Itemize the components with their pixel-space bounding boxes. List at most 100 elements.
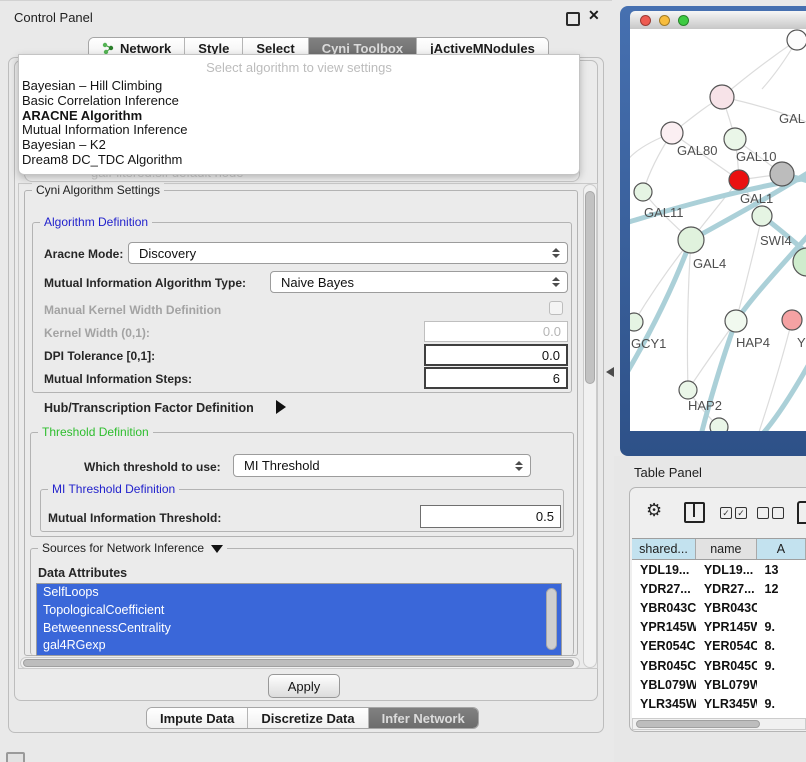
node-label-gal10: GAL10 (736, 149, 776, 164)
node-label-swi4: SWI4 (760, 233, 792, 248)
algorithm-popup: Select algorithm to view settings Bayesi… (18, 54, 580, 175)
close-icon[interactable]: ✕ (588, 7, 600, 24)
table-row[interactable]: YBR045CYBR045C9. (632, 656, 806, 675)
table-cell: YDR27... (632, 582, 696, 596)
close-traffic-light-icon[interactable] (640, 15, 651, 26)
node-table[interactable]: shared...nameAYDL19...YDL19...13YDR27...… (632, 538, 806, 718)
app-screen: Control Panel ✕ NetworkStyleSelectCyni T… (0, 0, 806, 762)
mi-type-combo[interactable]: Naive Bayes (270, 271, 568, 293)
table-cell: YLR345W (632, 697, 696, 711)
algorithm-option[interactable]: Mutual Information Inference (19, 123, 579, 138)
table-cell: 8. (757, 639, 806, 653)
mi-steps-value: 6 (553, 371, 560, 386)
sources-title: Sources for Network Inference (42, 541, 204, 555)
which-threshold-label: Which threshold to use: (84, 460, 221, 474)
table-cell: 9. (757, 697, 806, 711)
network-node[interactable] (678, 227, 704, 253)
network-node[interactable] (710, 418, 728, 431)
column-header-shared[interactable]: shared... (632, 539, 696, 559)
network-edge[interactable] (687, 240, 691, 390)
attribute-item[interactable]: BetweennessCentrality (37, 620, 561, 638)
network-edge-highlighted[interactable] (700, 321, 736, 431)
network-node[interactable] (724, 128, 746, 150)
table-row[interactable]: YBL079WYBL079W (632, 675, 806, 694)
network-node[interactable] (725, 310, 747, 332)
table-row[interactable]: YDR27...YDR27...12 (632, 579, 806, 598)
network-edge[interactable] (688, 321, 736, 390)
data-attributes-list[interactable]: SelfLoopsTopologicalCoefficientBetweenne… (36, 583, 562, 656)
dock-icon[interactable] (6, 752, 25, 762)
deselect-all-columns-icon[interactable] (757, 507, 784, 519)
zoom-traffic-light-icon[interactable] (678, 15, 689, 26)
mi-threshold-title: MI Threshold Definition (48, 482, 179, 496)
dpi-tolerance-field[interactable]: 0.0 (424, 344, 568, 366)
tab-infer-network[interactable]: Infer Network (368, 708, 478, 728)
table-cell: YBR045C (632, 659, 696, 673)
table-panel-title: Table Panel (634, 465, 702, 480)
combo-spinner-icon (552, 277, 560, 287)
algorithm-option[interactable]: Bayesian – Hill Climbing (19, 79, 579, 94)
gear-icon[interactable]: ⚙ (646, 500, 662, 521)
mi-threshold-field[interactable]: 0.5 (420, 505, 561, 528)
attributes-list-scrollbar[interactable] (546, 588, 557, 650)
network-node[interactable] (634, 183, 652, 201)
table-row[interactable]: YER054CYER054C8. (632, 637, 806, 656)
algorithm-popup-placeholder: Select algorithm to view settings (19, 55, 579, 79)
network-node[interactable] (752, 206, 772, 226)
tab-discretize-data[interactable]: Discretize Data (247, 708, 367, 728)
node-label-gal4: GAL4 (693, 256, 726, 271)
expand-arrow-icon[interactable] (276, 400, 286, 414)
kernel-width-field[interactable]: 0.0 (424, 321, 568, 342)
network-node[interactable] (729, 170, 749, 190)
attribute-item[interactable]: gal4RGexp (37, 637, 561, 655)
network-node[interactable] (710, 85, 734, 109)
minimize-traffic-light-icon[interactable] (659, 15, 670, 26)
collapse-arrow-icon[interactable] (211, 545, 223, 553)
mi-type-label: Mutual Information Algorithm Type: (44, 276, 246, 290)
node-label-hap2: HAP2 (688, 398, 722, 413)
aracne-mode-combo[interactable]: Discovery (128, 242, 568, 264)
float-window-icon[interactable] (566, 12, 580, 26)
column-header-a[interactable]: A (757, 539, 806, 559)
tab-impute-data[interactable]: Impute Data (147, 708, 247, 728)
which-threshold-combo[interactable]: MI Threshold (233, 454, 531, 477)
settings-hscrollbar-thumb[interactable] (23, 659, 574, 667)
network-edge[interactable] (722, 40, 797, 97)
select-all-columns-icon[interactable]: ✓ ✓ (720, 507, 747, 519)
algorithm-option[interactable]: Basic Correlation Inference (19, 94, 579, 109)
network-node[interactable] (679, 381, 697, 399)
attribute-item[interactable]: SelfLoops (37, 584, 561, 602)
algorithm-option[interactable]: Dream8 DC_TDC Algorithm (19, 153, 579, 168)
threshold-definition-title: Threshold Definition (38, 425, 153, 439)
node-label-y: Y (797, 335, 806, 350)
manual-kernel-checkbox[interactable] (549, 301, 563, 315)
network-node[interactable] (770, 162, 794, 186)
network-node[interactable] (661, 122, 683, 144)
combo-spinner-icon (515, 461, 523, 471)
network-window-titlebar[interactable] (630, 11, 806, 30)
export-table-icon[interactable] (797, 501, 806, 524)
table-row[interactable]: YBR043CYBR043C (632, 598, 806, 617)
table-cell: YDL19... (696, 563, 757, 577)
data-attributes-label: Data Attributes (38, 566, 127, 580)
table-row[interactable]: YLR345WYLR345W9. (632, 694, 806, 713)
network-canvas[interactable]: GALGAL80GAL10GAL1GAL11SWI4GAL4GCY1HAP4YH… (630, 29, 806, 431)
algorithm-option[interactable]: Bayesian – K2 (19, 138, 579, 153)
algorithm-option[interactable]: ARACNE Algorithm (19, 109, 579, 124)
network-node[interactable] (782, 310, 802, 330)
table-hscrollbar-thumb[interactable] (636, 720, 760, 728)
apply-button[interactable]: Apply (268, 674, 340, 698)
column-browser-icon[interactable] (684, 502, 705, 523)
table-cell: YDL19... (632, 563, 696, 577)
node-label-gal11: GAL11 (644, 205, 684, 220)
column-header-name[interactable]: name (696, 539, 757, 559)
table-row[interactable]: YDL19...YDL19...13 (632, 560, 806, 579)
table-cell: YER054C (632, 639, 696, 653)
settings-vscrollbar-thumb[interactable] (585, 191, 595, 384)
attribute-item[interactable]: TopologicalCoefficient (37, 602, 561, 620)
network-node[interactable] (630, 313, 643, 331)
network-edge-highlighted[interactable] (630, 240, 691, 381)
mi-steps-field[interactable]: 6 (424, 367, 568, 389)
table-row[interactable]: YPR145WYPR145W9. (632, 618, 806, 637)
network-node[interactable] (787, 30, 806, 50)
